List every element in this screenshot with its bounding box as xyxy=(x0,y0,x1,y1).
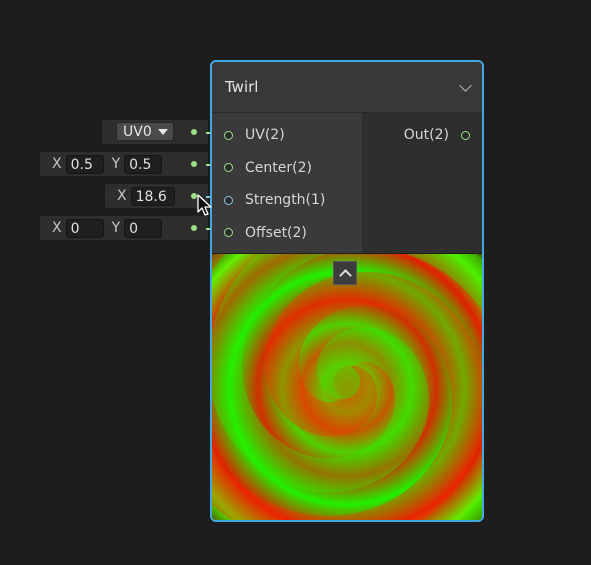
input-ports: UV(2) Center(2) Strength(1) Offset(2) xyxy=(212,113,362,253)
node-header[interactable]: Twirl xyxy=(212,62,482,113)
shader-graph-canvas[interactable]: UV0 X 0.5 Y 0.5 X 18.6 X 0 Y 0 Twirl UV(… xyxy=(0,0,591,565)
offset-x-input[interactable]: 0 xyxy=(65,218,104,238)
port-connector-icon[interactable] xyxy=(461,130,470,140)
mouse-pointer-icon xyxy=(197,194,212,216)
uv-channel-dropdown[interactable]: UV0 xyxy=(116,122,174,141)
input-port-center[interactable]: Center(2) xyxy=(212,152,362,185)
output-port-out[interactable]: Out(2) xyxy=(362,119,482,152)
center-x-label: X xyxy=(52,156,62,172)
input-port-label: Offset(2) xyxy=(245,224,307,241)
uv-input-field: UV0 xyxy=(102,120,208,144)
output-port-label: Out(2) xyxy=(403,127,449,144)
chevron-up-icon xyxy=(338,268,352,282)
offset-y-input[interactable]: 0 xyxy=(124,218,163,238)
twirl-preview-image xyxy=(212,254,482,520)
node-title: Twirl xyxy=(225,78,259,96)
strength-x-label: X xyxy=(117,188,127,204)
preview-overlay xyxy=(212,254,482,520)
preview-toggle-button[interactable] xyxy=(333,261,357,285)
chevron-down-icon[interactable] xyxy=(459,78,472,92)
port-connector-icon[interactable] xyxy=(224,195,233,205)
port-connector-icon[interactable] xyxy=(224,228,233,238)
port-connector-icon[interactable] xyxy=(224,130,233,140)
node-preview xyxy=(212,253,482,520)
input-port-label: Strength(1) xyxy=(245,192,326,209)
twirl-node[interactable]: Twirl UV(2) Center(2) Strength(1) Offset… xyxy=(210,60,484,522)
strength-x-input[interactable]: 18.6 xyxy=(130,186,175,206)
offset-y-label: Y xyxy=(111,220,121,236)
uv-channel-value: UV0 xyxy=(123,123,152,140)
uv-edge-dot xyxy=(191,129,197,135)
input-port-label: UV(2) xyxy=(245,127,285,144)
input-port-uv[interactable]: UV(2) xyxy=(212,119,362,152)
input-port-strength[interactable]: Strength(1) xyxy=(212,184,362,217)
offset-edge-dot xyxy=(191,225,197,231)
caret-down-icon xyxy=(157,128,168,135)
port-connector-icon[interactable] xyxy=(224,163,233,173)
center-x-input[interactable]: 0.5 xyxy=(65,154,104,174)
center-edge-dot xyxy=(191,161,197,167)
input-port-offset[interactable]: Offset(2) xyxy=(212,217,362,250)
offset-x-label: X xyxy=(52,220,62,236)
center-input-field: X 0.5 Y 0.5 xyxy=(40,152,208,176)
strength-input-field: X 18.6 xyxy=(105,184,208,208)
output-ports: Out(2) xyxy=(362,113,482,253)
input-port-label: Center(2) xyxy=(245,159,312,176)
offset-input-field: X 0 Y 0 xyxy=(40,216,208,240)
center-y-input[interactable]: 0.5 xyxy=(124,154,163,174)
node-ports: UV(2) Center(2) Strength(1) Offset(2) Ou… xyxy=(212,113,482,253)
center-y-label: Y xyxy=(111,156,121,172)
